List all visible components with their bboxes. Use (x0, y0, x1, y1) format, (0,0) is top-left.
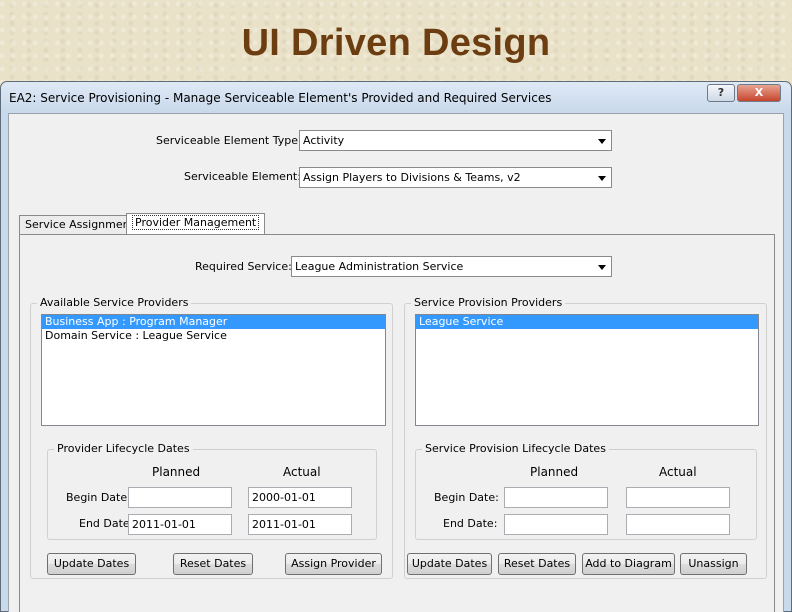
window-title: EA2: Service Provisioning - Manage Servi… (9, 91, 552, 105)
list-item[interactable]: Domain Service : League Service (42, 329, 385, 343)
provision-providers-list[interactable]: League Service (415, 314, 759, 426)
list-item[interactable]: Business App : Program Manager (42, 315, 385, 329)
end-date-actual-input[interactable]: 2011-01-01 (248, 514, 352, 535)
list-item[interactable]: League Service (416, 315, 758, 329)
end-date-label: End Date: (443, 517, 498, 530)
end-date-planned-input[interactable] (504, 514, 608, 535)
chevron-down-icon (598, 139, 606, 144)
tab-service-assignment[interactable]: Service Assignment (19, 215, 140, 234)
actual-header: Actual (659, 465, 697, 479)
tab-label: Service Assignment (25, 218, 134, 231)
actual-header: Actual (283, 465, 321, 479)
required-service-label: Required Service: (195, 260, 292, 273)
reset-dates-button[interactable]: Reset Dates (498, 553, 576, 575)
update-dates-button[interactable]: Update Dates (407, 553, 492, 575)
reset-dates-button[interactable]: Reset Dates (173, 553, 253, 575)
begin-date-label: Begin Date: (66, 491, 131, 504)
available-providers-title: Available Service Providers (37, 296, 192, 309)
dialog-window: EA2: Service Provisioning - Manage Servi… (0, 81, 792, 612)
provision-lifecycle-dates-group: Service Provision Lifecycle Dates Planne… (415, 442, 757, 540)
provision-providers-group: Service Provision Providers League Servi… (404, 296, 767, 579)
unassign-button[interactable]: Unassign (680, 553, 747, 575)
provider-management-panel: Required Service: League Administration … (19, 234, 775, 612)
end-date-actual-input[interactable] (626, 514, 730, 535)
planned-header: Planned (152, 465, 201, 479)
slide-title: UI Driven Design (241, 22, 551, 64)
begin-date-planned-input[interactable] (504, 487, 608, 508)
provision-lifecycle-dates-title: Service Provision Lifecycle Dates (422, 442, 609, 455)
element-type-dropdown[interactable]: Activity (299, 130, 612, 151)
begin-date-actual-input[interactable] (626, 487, 730, 508)
provider-lifecycle-dates-title: Provider Lifecycle Dates (54, 442, 193, 455)
update-dates-button[interactable]: Update Dates (47, 553, 136, 575)
chevron-down-icon (598, 176, 606, 181)
dialog-client-area: Serviceable Element Type: Activity Servi… (8, 113, 784, 612)
close-button[interactable]: X (737, 84, 781, 102)
element-type-value: Activity (303, 134, 345, 147)
available-providers-group: Available Service Providers Business App… (30, 296, 393, 579)
required-service-value: League Administration Service (295, 260, 464, 273)
add-to-diagram-button[interactable]: Add to Diagram (582, 553, 675, 575)
planned-header: Planned (530, 465, 579, 479)
element-label: Serviceable Element: (184, 170, 301, 183)
element-type-label: Serviceable Element Type: (156, 134, 302, 147)
end-date-planned-input[interactable]: 2011-01-01 (128, 514, 232, 535)
tab-label: Provider Management (132, 215, 260, 230)
help-button[interactable]: ? (707, 84, 735, 102)
available-providers-list[interactable]: Business App : Program Manager Domain Se… (41, 314, 386, 426)
end-date-label: End Date: (79, 517, 134, 530)
chevron-down-icon (598, 265, 606, 270)
provider-lifecycle-dates-group: Provider Lifecycle Dates Planned Actual … (47, 442, 377, 540)
assign-provider-button[interactable]: Assign Provider (285, 553, 382, 575)
required-service-dropdown[interactable]: League Administration Service (291, 256, 612, 277)
element-dropdown[interactable]: Assign Players to Divisions & Teams, v2 (299, 167, 612, 188)
element-value: Assign Players to Divisions & Teams, v2 (303, 171, 521, 184)
provision-providers-title: Service Provision Providers (411, 296, 566, 309)
begin-date-label: Begin Date: (434, 491, 499, 504)
tab-provider-management[interactable]: Provider Management (126, 213, 266, 234)
window-titlebar[interactable]: EA2: Service Provisioning - Manage Servi… (1, 82, 791, 112)
begin-date-actual-input[interactable]: 2000-01-01 (248, 487, 352, 508)
begin-date-planned-input[interactable] (128, 487, 232, 508)
